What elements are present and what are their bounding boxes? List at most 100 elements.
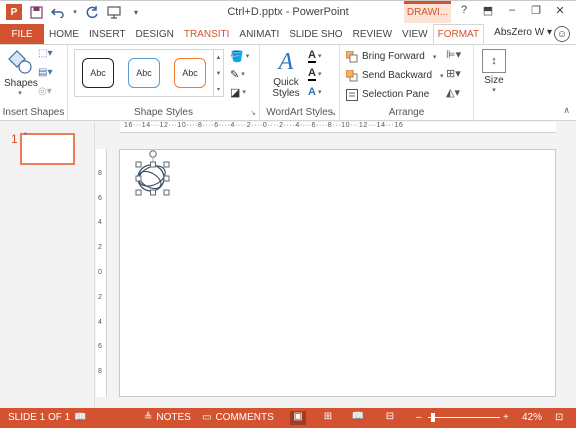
wordart-format-tools: A ▾ A ▾ A ▾ (308, 48, 321, 100)
fill-bucket-icon[interactable]: 🪣 ▾ (230, 48, 249, 64)
zoom-percent[interactable]: 42% (522, 412, 542, 423)
shape-style-gallery: Abc Abc Abc (74, 49, 214, 97)
sizing-handle[interactable] (163, 175, 170, 182)
outline-pen-icon[interactable]: ✎ ▾ (230, 66, 249, 82)
tab-review[interactable]: REVIEW (348, 24, 397, 44)
zoom-in-button[interactable]: + (503, 412, 509, 423)
shapes-icon (8, 50, 32, 74)
slide-sorter-icon[interactable]: ⊞ (320, 411, 336, 425)
ribbon-tabs: FILE HOME INSERT DESIGN TRANSITI ANIMATI… (0, 24, 576, 44)
normal-view-icon[interactable]: ▣ (290, 411, 306, 425)
comments-button[interactable]: ▭ COMMENTS (202, 412, 274, 423)
selected-shape[interactable] (120, 150, 557, 398)
group-arrange: Bring Forward ▾ Send Backward ▾ Selection … (340, 45, 474, 121)
text-fill-icon[interactable]: A ▾ (308, 48, 321, 64)
title-bar: P ▾ ▾ Ctrl+D.pptx - PowerPoint DRAWI... … (0, 0, 576, 24)
status-bar: SLIDE 1 OF 1 📖 ≜ NOTES ▭ COMMENTS ▣ ⊞ 📖 ⊟ … (0, 408, 576, 428)
minimize-button[interactable]: – (500, 4, 524, 17)
group-shape-styles: Abc Abc Abc ▲ ▼ ▾ 🪣 ▾ ✎ ▾ ◪ ▾ Shape Styles ↘ (68, 45, 260, 121)
slide-indicator[interactable]: SLIDE 1 OF 1 (8, 412, 70, 423)
help-button[interactable]: ? (452, 4, 476, 17)
notes-button[interactable]: ≜ NOTES (144, 412, 191, 423)
effects-icon[interactable]: ◪ ▾ (230, 84, 249, 100)
slide-show-icon[interactable]: ⊟ (382, 411, 398, 425)
tab-file[interactable]: FILE (0, 24, 44, 44)
vertical-ruler-mark: 8 (98, 170, 102, 177)
selection-pane-icon (346, 88, 358, 101)
collapse-ribbon-icon[interactable]: ∧ (563, 105, 570, 116)
account-name: AbsZero W (494, 27, 545, 38)
zoom-slider-thumb[interactable] (431, 413, 435, 422)
merge-shapes-icon[interactable]: ◎▾ (38, 86, 58, 100)
gallery-scroll[interactable]: ▲ ▼ ▾ (214, 49, 224, 97)
size-button[interactable]: ↕ Size ▾ (480, 49, 508, 94)
text-outline-icon[interactable]: A ▾ (308, 66, 321, 82)
bring-forward-button[interactable]: Bring Forward ▾ (346, 48, 444, 65)
sizing-handle[interactable] (150, 161, 156, 168)
account-menu[interactable]: AbsZero W ▾ (494, 27, 552, 38)
sizing-handle[interactable] (150, 189, 156, 196)
zoom-slider[interactable] (428, 417, 500, 418)
tab-insert[interactable]: INSERT (84, 24, 131, 44)
send-backward-button[interactable]: Send Backward ▾ (346, 67, 444, 84)
rotation-handle[interactable] (149, 150, 157, 158)
tab-design[interactable]: DESIGN (131, 24, 179, 44)
restore-button[interactable]: ❐ (524, 4, 548, 17)
quick-styles-button[interactable]: A Quick Styles (270, 49, 302, 99)
slide-number: 1 (11, 132, 18, 146)
text-box-icon[interactable]: ▤▾ (38, 67, 58, 81)
sizing-handle[interactable] (163, 161, 170, 168)
shape-format-tools: 🪣 ▾ ✎ ▾ ◪ ▾ (230, 48, 249, 100)
rotate-icon[interactable]: ◭▾ (446, 86, 461, 103)
window-controls: ? ⬒ – ❐ ✕ (452, 4, 572, 17)
bring-forward-label: Bring Forward (362, 51, 425, 62)
style-swatch[interactable]: Abc (174, 58, 206, 88)
shapes-dropdown-icon: ▾ (18, 90, 22, 97)
feedback-smiley-icon[interactable]: ☺ (554, 26, 570, 42)
shape-styles-launcher-icon[interactable]: ↘ (250, 109, 256, 117)
close-button[interactable]: ✕ (548, 4, 572, 17)
sizing-handles[interactable] (135, 161, 170, 196)
tab-format[interactable]: FORMAT (432, 24, 485, 44)
tab-transitions[interactable]: TRANSITI (179, 24, 235, 44)
slides-pane: 1 * (0, 122, 95, 408)
size-icon: ↕ (482, 49, 506, 73)
group-wordart-styles: A Quick Styles A ▾ A ▾ A ▾ WordArt Styles ↘ (260, 45, 340, 121)
send-backward-label: Send Backward (362, 70, 433, 81)
text-effects-icon[interactable]: A ▾ (308, 84, 321, 100)
group-objects-icon[interactable]: ⊞▾ (446, 67, 461, 84)
wordart-launcher-icon[interactable]: ↘ (330, 109, 336, 117)
arrange-group-label: Arrange (388, 107, 425, 118)
selection-pane-button[interactable]: Selection Pane (346, 86, 444, 103)
quick-styles-label-1: Quick (273, 77, 299, 88)
reading-view-icon[interactable]: 📖 (350, 411, 366, 425)
sizing-handle[interactable] (135, 189, 142, 196)
shape-styles-group-label: Shape Styles (134, 107, 193, 118)
horizontal-ruler-marks: 16···14···12···10····8····6····4····2···… (124, 122, 404, 129)
slide-animation-star: * (24, 131, 28, 140)
shapes-button[interactable]: Shapes ▾ (4, 49, 38, 97)
notes-label: NOTES (156, 412, 191, 423)
sizing-handle[interactable] (135, 161, 142, 168)
tab-animations[interactable]: ANIMATI (234, 24, 284, 44)
fit-slide-icon[interactable]: ⊡ (555, 412, 563, 423)
edit-shape-icon[interactable]: ⬚▾ (38, 48, 58, 62)
style-swatch[interactable]: Abc (128, 58, 160, 88)
style-swatch[interactable]: Abc (82, 58, 114, 88)
zoom-out-button[interactable]: – (416, 412, 422, 423)
sizing-handle[interactable] (135, 175, 142, 182)
ribbon-display-icon[interactable]: ⬒ (476, 4, 500, 17)
vertical-ruler-mark: 0 (98, 269, 102, 276)
tab-view[interactable]: VIEW (397, 24, 433, 44)
vertical-ruler-mark: 6 (98, 343, 102, 350)
tab-slide-show[interactable]: SLIDE SHO (284, 24, 347, 44)
sizing-handle[interactable] (163, 189, 170, 196)
insert-shape-tools: ⬚▾ ▤▾ ◎▾ (38, 48, 58, 100)
wordart-a-icon: A (278, 49, 294, 75)
align-icon[interactable]: ⊫▾ (446, 48, 461, 65)
tab-home[interactable]: HOME (44, 24, 84, 44)
shapes-label: Shapes (4, 78, 38, 89)
spelling-icon[interactable]: 📖 (74, 412, 86, 423)
slide-canvas[interactable] (119, 149, 556, 397)
slide-thumbnail[interactable] (20, 133, 75, 165)
